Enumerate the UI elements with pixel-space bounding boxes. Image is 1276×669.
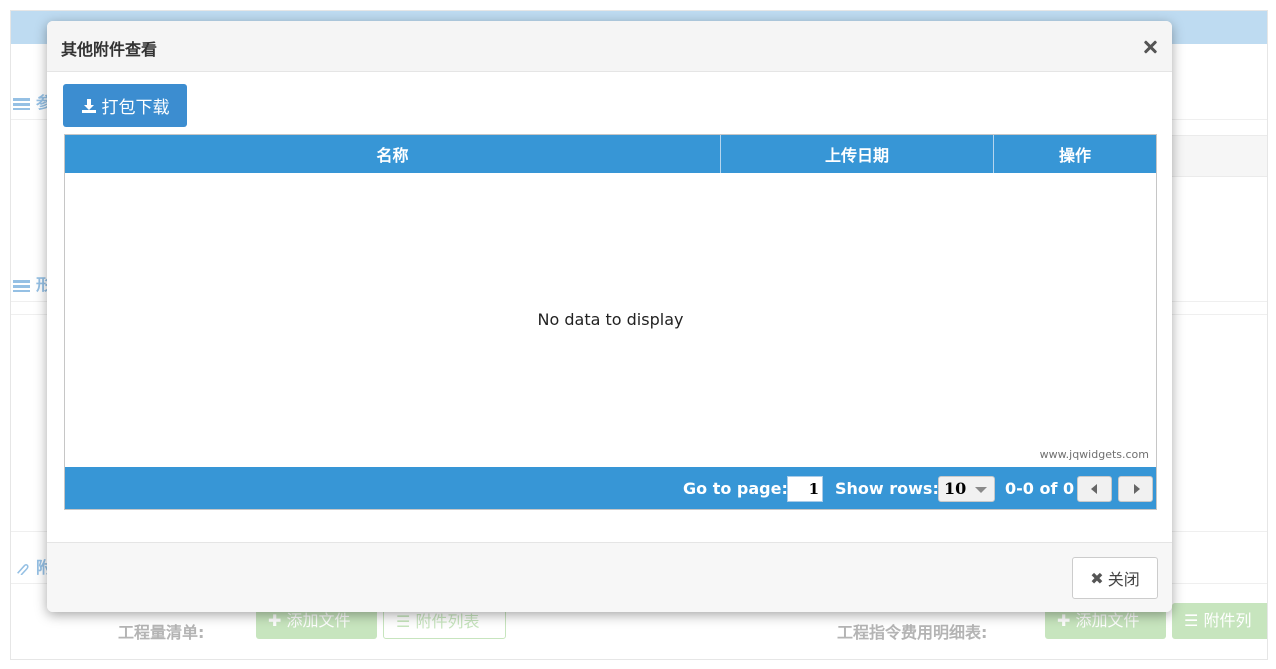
rows-per-page-value: 10 [944,479,967,498]
page-range-text: 0-0 of 0 [1005,479,1075,498]
attachments-modal: 其他附件查看 打包下载 名称 上传日期 操作 No data to displa… [47,21,1172,612]
grid-pager: Go to page: 1 Show rows: 10 0-0 of 0 [65,467,1156,509]
modal-title: 其他附件查看 [61,40,158,59]
watermark: www.jqwidgets.com [1039,448,1149,461]
page-number-input[interactable]: 1 [787,476,823,502]
previous-page-button[interactable] [1077,476,1112,502]
column-header-actions[interactable]: 操作 [994,135,1156,173]
chevron-down-icon [975,487,987,493]
close-icon[interactable] [1140,37,1160,57]
grid-header: 名称 上传日期 操作 [65,135,1156,173]
empty-message: No data to display [537,310,684,329]
attachments-grid: 名称 上传日期 操作 No data to display www.jqwidg… [64,134,1157,510]
rows-per-page-select[interactable]: 10 [938,476,995,502]
chevron-right-icon [1134,484,1140,494]
modal-header: 其他附件查看 [47,21,1172,72]
show-rows-label: Show rows: [835,479,939,498]
column-header-upload-date[interactable]: 上传日期 [721,135,994,173]
close-button[interactable]: ✖ 关闭 [1072,557,1158,599]
download-icon [81,98,96,113]
go-to-page-label: Go to page: [683,479,788,498]
next-page-button[interactable] [1118,476,1153,502]
pack-download-button[interactable]: 打包下载 [63,84,187,127]
modal-footer: ✖ 关闭 [47,542,1172,612]
column-header-name[interactable]: 名称 [65,135,721,173]
chevron-left-icon [1091,484,1097,494]
close-x-icon: ✖ [1090,568,1104,588]
